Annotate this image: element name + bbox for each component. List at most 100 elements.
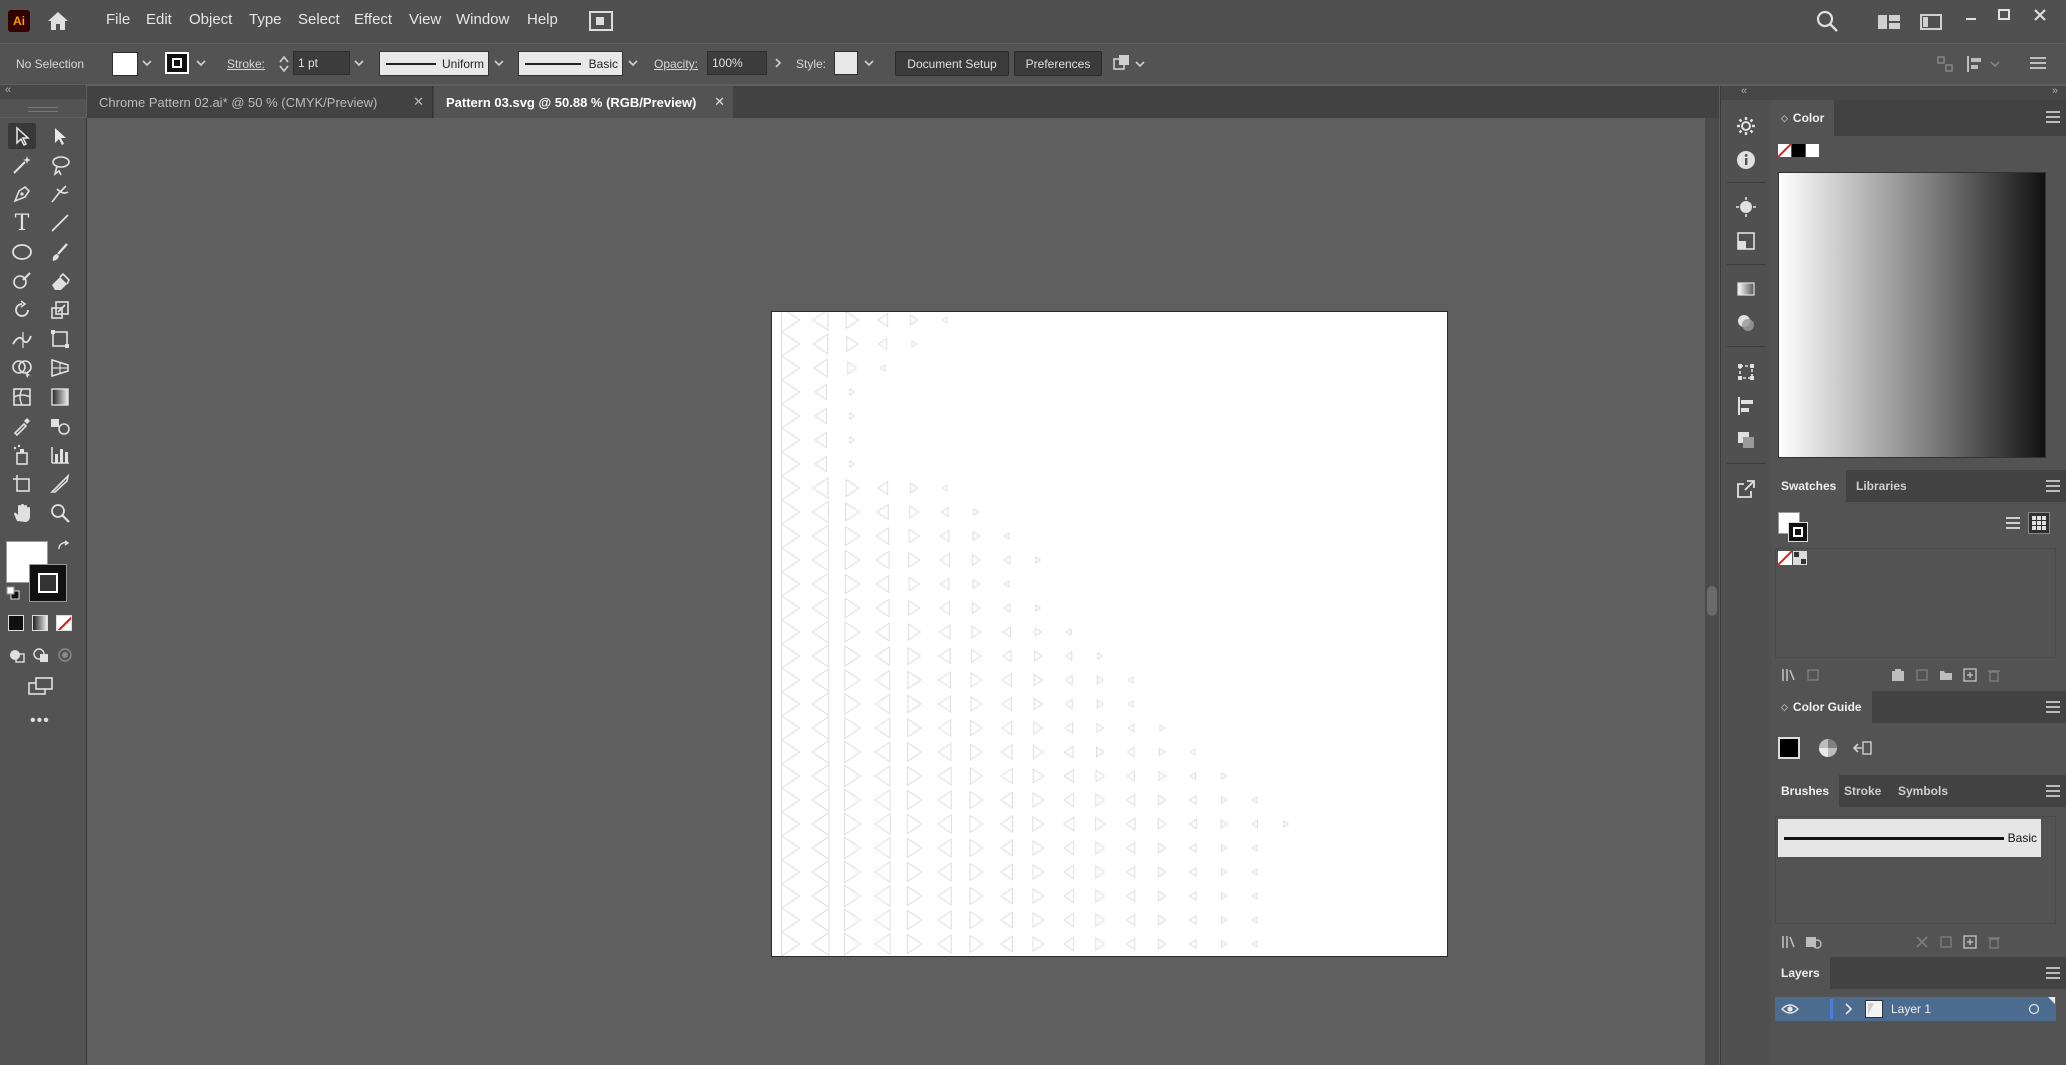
perspective-grid-tool-icon[interactable]: [46, 355, 74, 381]
brush-chevron-icon[interactable]: [624, 51, 642, 75]
swatch-libraries-menu-icon[interactable]: [1779, 666, 1797, 684]
rotate-tool-icon[interactable]: [8, 297, 36, 323]
home-icon[interactable]: [45, 9, 71, 33]
toolbar-collapse-strip[interactable]: «: [0, 84, 86, 99]
close-button[interactable]: [2026, 4, 2054, 26]
brushes-panel-menu-icon[interactable]: [2046, 785, 2060, 797]
menu-window[interactable]: Window: [456, 11, 509, 28]
toolbar-grip[interactable]: [0, 99, 86, 117]
free-transform-tool-icon[interactable]: [46, 326, 74, 352]
color-guide-base-color[interactable]: [1778, 737, 1800, 759]
panels-collapse-strip[interactable]: »: [1771, 85, 2066, 100]
color-none-swatch[interactable]: [1778, 144, 1791, 157]
maximize-button[interactable]: [1990, 4, 2018, 26]
tab-pattern-03[interactable]: Pattern 03.svg @ 50.88 % (RGB/Preview) ✕: [434, 86, 733, 118]
edit-toolbar-button[interactable]: •••: [30, 712, 50, 730]
place-swatches-icon[interactable]: [1804, 666, 1822, 684]
selection-tool-icon[interactable]: [8, 123, 36, 149]
gradient-mode-icon[interactable]: [32, 615, 48, 631]
none-mode-icon[interactable]: [56, 615, 72, 631]
artboard[interactable]: [771, 311, 1448, 957]
magic-wand-tool-icon[interactable]: [8, 152, 36, 178]
zoom-tool-icon[interactable]: [46, 500, 74, 526]
fill-dropdown-chevron-icon[interactable]: [138, 51, 156, 75]
grid-view-icon[interactable]: [2028, 512, 2050, 534]
swatch-registration[interactable]: [1793, 551, 1807, 565]
search-icon[interactable]: [1815, 9, 1839, 33]
export-share-icon[interactable]: [1732, 475, 1760, 503]
layer-target-circle-icon[interactable]: [2028, 1003, 2040, 1015]
workspace-switcher-icon[interactable]: [1877, 12, 1901, 32]
profile-chevron-icon[interactable]: [490, 51, 508, 75]
layer-row[interactable]: Layer 1: [1775, 997, 2056, 1021]
swatches-stroke-box[interactable]: [1788, 522, 1808, 542]
list-view-icon[interactable]: [2004, 514, 2022, 532]
remove-brush-stroke-icon[interactable]: [1913, 933, 1931, 951]
expand-layer-chevron-icon[interactable]: [1843, 1001, 1855, 1017]
tab-chrome-pattern[interactable]: Chrome Pattern 02.ai* @ 50 % (CMYK/Previ…: [87, 86, 433, 118]
stroke-color-box[interactable]: [29, 564, 67, 602]
fill-swatch[interactable]: [112, 52, 138, 76]
dock-collapse-strip[interactable]: «: [1721, 85, 1771, 100]
tab-layers[interactable]: Layers: [1771, 957, 1830, 989]
show-swatch-kinds-icon[interactable]: [1889, 666, 1907, 684]
brush-options-icon[interactable]: [1937, 933, 1955, 951]
layer-name[interactable]: Layer 1: [1891, 1002, 1931, 1016]
graphic-style-swatch[interactable]: [834, 51, 858, 75]
info-icon[interactable]: [1732, 146, 1760, 174]
stroke-dropdown-chevron-icon[interactable]: [192, 51, 210, 75]
pen-tool-icon[interactable]: [8, 181, 36, 207]
minimize-button[interactable]: [1957, 4, 1985, 26]
opacity-input[interactable]: 100%: [707, 51, 767, 75]
swatch-none[interactable]: [1778, 551, 1792, 565]
color-mode-icon[interactable]: [8, 615, 24, 631]
color-panel-menu-icon[interactable]: [2046, 111, 2060, 123]
curvature-tool-icon[interactable]: [46, 181, 74, 207]
transform-options-icon[interactable]: [1965, 54, 2003, 74]
properties-gear-icon[interactable]: [1732, 112, 1760, 140]
document-setup-button[interactable]: Document Setup: [895, 51, 1009, 76]
brush-item-basic[interactable]: Basic: [1778, 819, 2041, 857]
scale-tool-icon[interactable]: [46, 297, 74, 323]
new-color-group-icon[interactable]: [1937, 666, 1955, 684]
menu-edit[interactable]: Edit: [146, 11, 172, 28]
swatches-panel-menu-icon[interactable]: [2046, 480, 2060, 492]
canvas-vertical-scrollbar[interactable]: [1705, 118, 1719, 1065]
hand-tool-icon[interactable]: [8, 500, 36, 526]
tab-color[interactable]: ◇ Color: [1771, 100, 1835, 136]
new-brush-icon[interactable]: [1961, 933, 1979, 951]
draw-normal-icon[interactable]: [8, 646, 26, 664]
gradient-panel-icon[interactable]: [1732, 275, 1760, 303]
draw-inside-icon[interactable]: [56, 646, 74, 664]
menu-type[interactable]: Type: [249, 11, 282, 28]
arrange-options-icon[interactable]: [1112, 53, 1148, 75]
ellipse-tool-icon[interactable]: [8, 239, 36, 265]
swap-fill-stroke-icon[interactable]: [56, 539, 72, 555]
style-chevron-icon[interactable]: [860, 51, 878, 75]
transparency-icon[interactable]: [1732, 309, 1760, 337]
save-color-group-icon[interactable]: [1851, 737, 1873, 759]
delete-brush-icon[interactable]: [1985, 933, 2003, 951]
default-fill-stroke-icon[interactable]: [6, 586, 20, 600]
visibility-eye-icon[interactable]: [1781, 1001, 1799, 1017]
shaper-tool-icon[interactable]: [8, 268, 36, 294]
menu-help[interactable]: Help: [527, 11, 558, 28]
stroke-weight-chevron-icon[interactable]: [350, 51, 368, 75]
preferences-button[interactable]: Preferences: [1014, 51, 1102, 76]
mesh-tool-icon[interactable]: [8, 384, 36, 410]
swatch-options-icon[interactable]: [1913, 666, 1931, 684]
color-black-swatch[interactable]: [1792, 144, 1805, 157]
layers-panel-menu-icon[interactable]: [2046, 967, 2060, 979]
opacity-label[interactable]: Opacity:: [654, 57, 698, 71]
pathfinder-icon[interactable]: [1732, 426, 1760, 454]
width-tool-icon[interactable]: [8, 326, 36, 352]
slice-tool-icon[interactable]: [46, 471, 74, 497]
tab-swatches[interactable]: Swatches: [1771, 470, 1847, 502]
new-swatch-icon[interactable]: [1961, 666, 1979, 684]
type-tool-icon[interactable]: T: [8, 210, 36, 236]
eraser-tool-icon[interactable]: [46, 268, 74, 294]
libraries-panel-icon[interactable]: [1804, 933, 1822, 951]
color-white-swatch[interactable]: [1806, 144, 1819, 157]
variable-width-profile[interactable]: Uniform: [379, 51, 489, 76]
color-spectrum-ramp[interactable]: [1778, 172, 2046, 458]
